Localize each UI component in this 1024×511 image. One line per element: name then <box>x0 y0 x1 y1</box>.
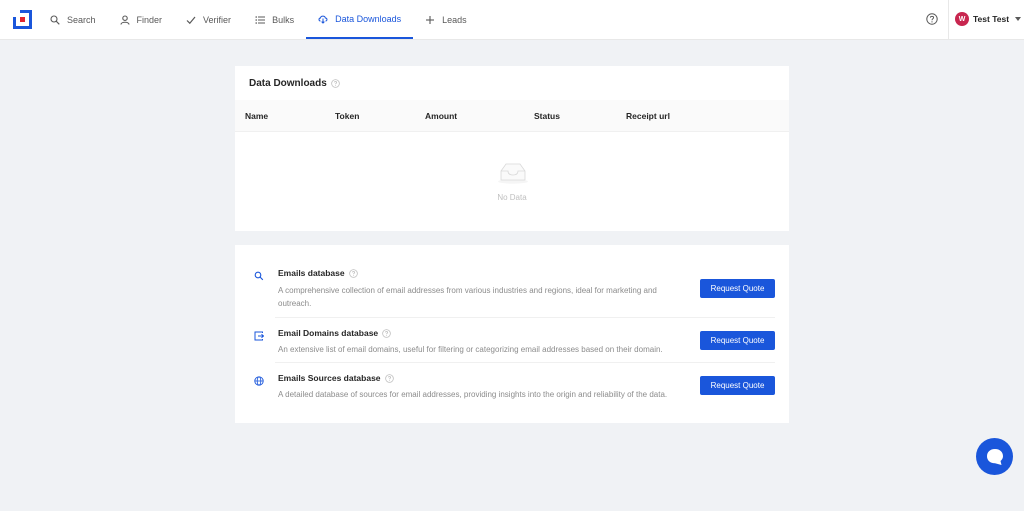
caret-down-icon <box>1015 17 1022 21</box>
user-menu[interactable]: W Test Test <box>955 12 1022 26</box>
nav-label: Verifier <box>203 14 232 25</box>
database-title: Emails database <box>278 268 358 278</box>
chat-launcher-button[interactable] <box>976 438 1013 475</box>
chat-bubble-icon <box>986 448 1003 465</box>
search-icon <box>254 271 264 281</box>
column-header-amount[interactable]: Amount <box>425 111 457 121</box>
column-header-name[interactable]: Name <box>245 111 268 121</box>
nav-label: Search <box>67 14 96 25</box>
domain-icon <box>254 331 264 341</box>
database-description: An extensive list of email domains, usef… <box>278 345 663 354</box>
user-name: Test Test <box>973 14 1010 24</box>
nav-label: Bulks <box>272 14 295 25</box>
question-icon[interactable] <box>384 373 394 383</box>
database-title-text: Email Domains database <box>278 328 379 338</box>
database-title: Emails Sources database <box>278 373 394 383</box>
databases-card: Emails database A comprehensive collecti… <box>235 245 789 423</box>
search-icon <box>50 14 60 25</box>
empty-state-text: No Data <box>497 193 527 202</box>
page-title: Data Downloads <box>249 78 327 89</box>
list-icon <box>255 15 266 24</box>
nav-label: Finder <box>136 14 163 25</box>
divider <box>275 362 775 363</box>
globe-icon <box>254 376 264 386</box>
question-icon[interactable] <box>382 328 391 338</box>
database-title-text: Emails Sources database <box>278 373 381 383</box>
column-header-receipt-url[interactable]: Receipt url <box>626 111 670 121</box>
check-icon <box>186 16 196 24</box>
divider <box>275 317 775 318</box>
data-downloads-card: Data Downloads Name Token Amount Status … <box>235 66 789 231</box>
nav-search[interactable]: Search <box>38 0 108 39</box>
app-logo-icon[interactable] <box>13 10 32 29</box>
nav-finder[interactable]: Finder <box>108 0 175 39</box>
table-header: Name Token Amount Status Receipt url <box>235 100 789 132</box>
nav-label: Leads <box>442 14 467 25</box>
database-description: A detailed database of sources for email… <box>278 390 668 399</box>
column-header-token[interactable]: Token <box>335 111 359 121</box>
cloud-download-icon <box>318 15 328 24</box>
request-quote-button[interactable]: Request Quote <box>700 279 775 298</box>
nav-data-downloads[interactable]: Data Downloads <box>306 0 414 39</box>
question-icon[interactable] <box>348 268 358 278</box>
plus-icon <box>426 15 435 24</box>
main-nav: Search Finder Verifier Bulks Data Downlo… <box>38 0 479 39</box>
help-icon[interactable] <box>926 13 938 25</box>
header-divider <box>948 0 949 39</box>
empty-inbox-icon <box>498 163 528 184</box>
nav-verifier[interactable]: Verifier <box>174 0 243 39</box>
request-quote-button[interactable]: Request Quote <box>700 331 775 350</box>
database-title-text: Emails database <box>278 268 345 278</box>
request-quote-button[interactable]: Request Quote <box>700 376 775 395</box>
database-title: Email Domains database <box>278 328 391 338</box>
nav-bulks[interactable]: Bulks <box>243 0 306 39</box>
top-navbar: Search Finder Verifier Bulks Data Downlo… <box>0 0 1024 40</box>
card-title: Data Downloads <box>249 78 340 89</box>
database-description: A comprehensive collection of email addr… <box>278 286 657 308</box>
nav-leads[interactable]: Leads <box>413 0 479 39</box>
question-icon[interactable] <box>331 79 340 88</box>
nav-label: Data Downloads <box>335 13 402 24</box>
avatar: W <box>955 12 969 26</box>
user-icon <box>119 14 130 25</box>
column-header-status[interactable]: Status <box>534 111 560 121</box>
